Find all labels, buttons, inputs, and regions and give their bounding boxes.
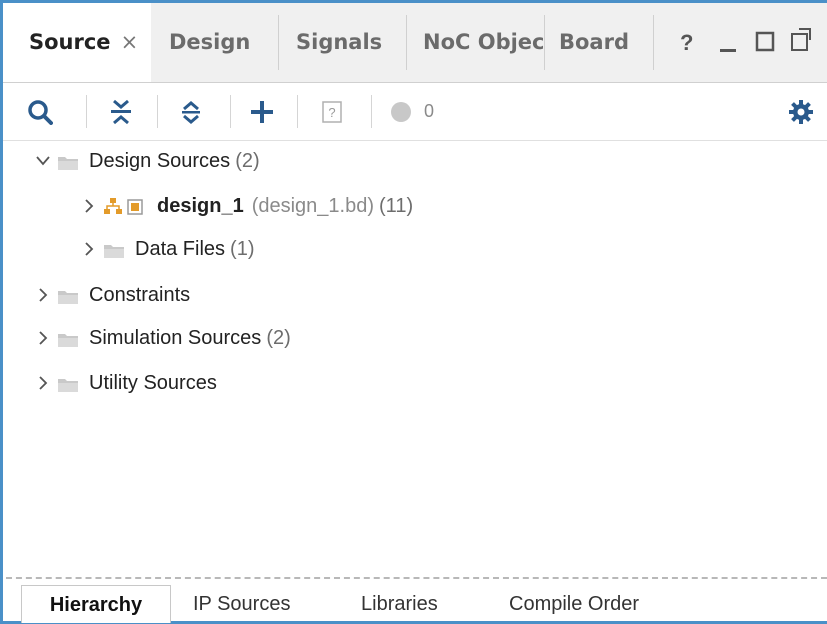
tab-libraries[interactable]: Libraries bbox=[361, 585, 438, 623]
expand-icon[interactable] bbox=[177, 83, 205, 140]
toolbar-divider bbox=[157, 95, 158, 128]
folder-icon bbox=[57, 331, 79, 347]
divider bbox=[6, 577, 827, 579]
chevron-right-icon[interactable] bbox=[79, 242, 99, 256]
tree-label: design_1 bbox=[157, 194, 244, 217]
tree-label: Simulation Sources bbox=[89, 326, 262, 349]
bottom-tab-bar: Hierarchy IP Sources Libraries Compile O… bbox=[6, 583, 827, 624]
folder-icon bbox=[57, 376, 79, 392]
maximize-icon[interactable] bbox=[754, 3, 776, 82]
tree-file: (design_1.bd) bbox=[251, 194, 375, 217]
help-icon[interactable]: ? bbox=[680, 3, 693, 82]
tree-label: Data Files bbox=[135, 237, 226, 260]
tab-board-label: Board bbox=[559, 30, 629, 54]
toolbar-divider bbox=[86, 95, 87, 128]
tree-count: (1) bbox=[230, 237, 255, 260]
tab-design[interactable]: Design bbox=[169, 3, 269, 82]
svg-text:?: ? bbox=[328, 105, 335, 120]
folder-icon bbox=[103, 242, 125, 258]
folder-icon bbox=[57, 154, 79, 170]
chevron-right-icon[interactable] bbox=[79, 199, 99, 213]
chevron-right-icon[interactable] bbox=[33, 288, 53, 302]
tab-divider bbox=[406, 15, 407, 70]
tab-source[interactable]: Source × bbox=[3, 3, 151, 82]
gear-icon[interactable] bbox=[786, 83, 816, 140]
search-icon[interactable] bbox=[25, 83, 55, 140]
close-icon[interactable]: × bbox=[121, 30, 139, 54]
chevron-right-icon[interactable] bbox=[33, 376, 53, 390]
chevron-right-icon[interactable] bbox=[33, 331, 53, 345]
toolbar: ? 0 bbox=[3, 83, 827, 141]
tab-design-label: Design bbox=[169, 30, 251, 54]
minimize-icon[interactable] bbox=[718, 3, 738, 82]
tab-noc-object-label: NoC Object bbox=[423, 30, 543, 54]
tab-signals[interactable]: Signals bbox=[296, 3, 396, 82]
tree-count: (11) bbox=[379, 194, 414, 217]
tree-node-constraints[interactable]: Constraints bbox=[33, 275, 190, 315]
collapse-all-icon[interactable] bbox=[106, 83, 136, 140]
top-module-icon bbox=[127, 198, 143, 215]
block-design-icon bbox=[103, 197, 123, 215]
tree-node-utility-sources[interactable]: Utility Sources bbox=[33, 363, 217, 403]
chevron-down-icon[interactable] bbox=[33, 156, 53, 166]
toolbar-divider bbox=[297, 95, 298, 128]
unknown-file-icon[interactable]: ? bbox=[318, 83, 346, 140]
toolbar-divider bbox=[371, 95, 372, 128]
tab-bar: Source × Design Signals NoC Object Board … bbox=[3, 3, 827, 83]
add-icon[interactable] bbox=[247, 83, 277, 140]
tree-label: Utility Sources bbox=[89, 371, 217, 394]
folder-icon bbox=[57, 288, 79, 304]
tree-node-simulation-sources[interactable]: Simulation Sources (2) bbox=[33, 318, 291, 358]
status-dot-icon bbox=[387, 83, 415, 140]
tree-node-design-sources[interactable]: Design Sources (2) bbox=[33, 141, 260, 181]
tab-divider bbox=[278, 15, 279, 70]
tab-divider bbox=[653, 15, 654, 70]
tree-count: (2) bbox=[235, 149, 260, 172]
error-count: 0 bbox=[423, 101, 434, 121]
toolbar-divider bbox=[230, 95, 231, 128]
tab-ip-sources[interactable]: IP Sources bbox=[193, 585, 290, 623]
tree-node-data-files[interactable]: Data Files (1) bbox=[79, 229, 254, 269]
tree-count: (2) bbox=[266, 326, 291, 349]
tree-label: Constraints bbox=[89, 283, 191, 306]
tab-signals-label: Signals bbox=[296, 30, 383, 54]
tab-source-label: Source bbox=[29, 30, 111, 54]
tree-node-design-1[interactable]: design_1 (design_1.bd) (11) bbox=[79, 186, 413, 226]
tab-compile-order[interactable]: Compile Order bbox=[509, 585, 639, 623]
tab-divider bbox=[544, 15, 545, 70]
tab-noc-object[interactable]: NoC Object bbox=[423, 3, 543, 82]
float-icon[interactable] bbox=[789, 3, 813, 82]
tab-board[interactable]: Board bbox=[559, 3, 639, 82]
tab-hierarchy[interactable]: Hierarchy bbox=[21, 585, 171, 623]
tree-label: Design Sources bbox=[89, 149, 231, 172]
source-window: Source × Design Signals NoC Object Board … bbox=[0, 0, 827, 624]
